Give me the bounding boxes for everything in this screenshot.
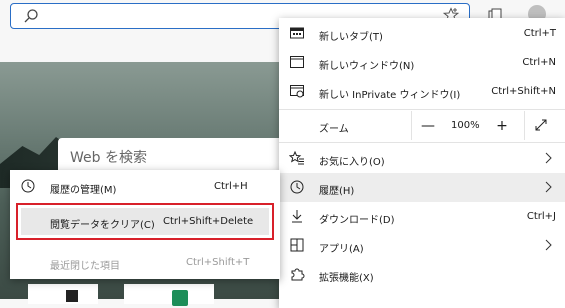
history-icon	[290, 180, 304, 194]
history-icon	[21, 179, 35, 193]
menu-item-new-inprivate[interactable]: 新しい InPrivate ウィンドウ(I) Ctrl+Shift+N	[279, 77, 565, 106]
new-window-icon	[290, 56, 304, 68]
chevron-right-icon	[545, 152, 552, 164]
menu-item-label: お気に入り(O)	[319, 157, 385, 168]
menu-item-shortcut: Ctrl+H	[214, 181, 248, 192]
menu-item-recently-closed: 最近閉じた項目 Ctrl+Shift+T	[10, 248, 280, 277]
menu-item-label: 拡張機能(X)	[319, 273, 374, 284]
web-search-placeholder: Web を検索	[70, 150, 147, 166]
menu-item-label: アプリ(A)	[319, 244, 364, 255]
menu-item-label: 閲覧データをクリア(C)	[50, 220, 155, 231]
menu-item-label: 最近閉じた項目	[50, 261, 120, 272]
favorites-icon	[289, 150, 304, 165]
menu-item-label: 新しい InPrivate ウィンドウ(I)	[319, 90, 461, 101]
clear-browsing-data-highlight: 閲覧データをクリア(C) Ctrl+Shift+Delete	[16, 203, 274, 240]
menu-item-label: 新しいタブ(T)	[319, 32, 383, 43]
zoom-label: ズーム	[319, 124, 349, 135]
settings-menu: 新しいタブ(T) Ctrl+T 新しいウィンドウ(N) Ctrl+N 新しい I…	[279, 18, 565, 308]
menu-item-shortcut: Ctrl+Shift+N	[491, 86, 556, 97]
fullscreen-icon[interactable]	[533, 117, 549, 133]
menu-item-favorites[interactable]: お気に入り(O)	[279, 144, 565, 173]
menu-divider	[279, 142, 565, 143]
search-icon	[24, 9, 38, 23]
menu-item-new-window[interactable]: 新しいウィンドウ(N) Ctrl+N	[279, 48, 565, 77]
menu-item-shortcut: Ctrl+T	[523, 28, 556, 39]
menu-item-history[interactable]: 履歴(H)	[279, 173, 565, 202]
chevron-right-icon	[545, 239, 552, 251]
menu-divider	[279, 109, 565, 110]
zoom-level: 100%	[451, 120, 480, 131]
apps-icon	[290, 238, 304, 252]
download-icon	[292, 210, 302, 223]
menu-item-shortcut: Ctrl+J	[526, 211, 556, 222]
menu-item-downloads[interactable]: ダウンロード(D) Ctrl+J	[279, 202, 565, 231]
zoom-divider	[524, 111, 525, 140]
menu-item-label: ダウンロード(D)	[319, 215, 395, 226]
menu-item-clear-browsing-data[interactable]: 閲覧データをクリア(C) Ctrl+Shift+Delete	[21, 208, 269, 235]
menu-item-zoom: ズーム — 100% +	[279, 111, 565, 140]
menu-item-extensions[interactable]: 拡張機能(X)	[279, 260, 565, 289]
zoom-divider	[411, 111, 412, 140]
zoom-in-button[interactable]: +	[491, 115, 513, 137]
menu-item-shortcut: Ctrl+Shift+T	[186, 257, 250, 268]
chevron-right-icon	[545, 181, 552, 193]
quick-link-tile[interactable]	[28, 284, 98, 304]
menu-item-apps[interactable]: アプリ(A)	[279, 231, 565, 260]
inprivate-window-icon	[290, 85, 304, 98]
menu-item-label: 履歴の管理(M)	[50, 185, 117, 196]
quick-link-tile[interactable]	[124, 284, 214, 306]
menu-item-new-tab[interactable]: 新しいタブ(T) Ctrl+T	[279, 19, 565, 48]
menu-item-shortcut: Ctrl+Shift+Delete	[163, 216, 254, 227]
tile-icon	[66, 290, 78, 302]
new-tab-icon	[290, 27, 304, 39]
extensions-icon	[291, 268, 305, 281]
tile-icon	[172, 290, 188, 306]
menu-item-shortcut: Ctrl+N	[522, 57, 556, 68]
menu-item-label: 新しいウィンドウ(N)	[319, 61, 415, 72]
menu-item-manage-history[interactable]: 履歴の管理(M) Ctrl+H	[10, 172, 280, 201]
web-search-box[interactable]: Web を検索	[58, 138, 288, 174]
history-submenu: 履歴の管理(M) Ctrl+H 閲覧データをクリア(C) Ctrl+Shift+…	[10, 170, 280, 279]
menu-item-label: 履歴(H)	[319, 186, 355, 197]
zoom-out-button[interactable]: —	[417, 115, 439, 137]
